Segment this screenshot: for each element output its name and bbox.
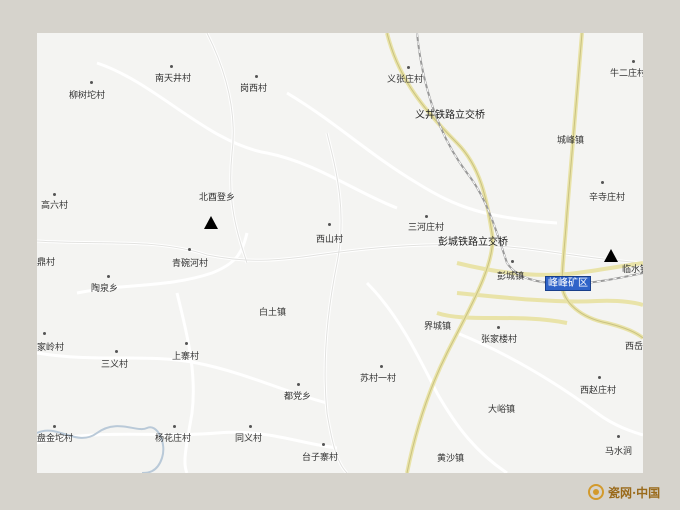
place-marker [255,75,258,78]
place-label[interactable]: 西山村 [316,235,343,246]
overpass-label[interactable]: 义井铁路立交桥 [415,110,485,121]
place-marker [107,275,110,278]
place-marker [322,443,325,446]
marker-triangle[interactable] [604,249,618,262]
place-label[interactable]: 苏村一村 [360,374,396,385]
place-marker [170,65,173,68]
place-marker [617,435,620,438]
place-label[interactable]: 柳树坨村 [69,91,105,102]
place-label[interactable]: 陶泉乡 [91,284,118,295]
place-label[interactable]: 大峪镇 [488,405,515,416]
place-marker [497,326,500,329]
place-label[interactable]: 牛二庄村 [610,69,643,80]
place-marker [188,248,191,251]
place-label[interactable]: 西赵庄村 [580,386,616,397]
place-label[interactable]: 都党乡 [284,392,311,403]
place-marker [53,425,56,428]
place-marker [425,215,428,218]
place-marker [173,425,176,428]
place-marker [185,342,188,345]
place-label[interactable]: 马水涧 [605,447,632,458]
place-label[interactable]: 辛寺庄村 [589,193,625,204]
place-marker [407,66,410,69]
place-label[interactable]: 岗西村 [240,84,267,95]
place-label[interactable]: 黄沙镇 [437,454,464,465]
place-label[interactable]: 青碗河村 [172,259,208,270]
place-label[interactable]: 杨花庄村 [155,434,191,445]
watermark-logo: 瓷网·中国 [588,479,672,505]
place-label[interactable]: 同义村 [235,434,262,445]
place-marker [598,376,601,379]
place-label[interactable]: 台子寨村 [302,453,338,464]
place-label[interactable]: 西岳 [625,342,643,353]
place-marker [632,60,635,63]
marker-triangle[interactable] [204,216,218,229]
place-label[interactable]: 鼎村 [37,258,55,269]
place-label[interactable]: 城峰镇 [557,136,584,147]
place-label[interactable]: 高六村 [41,201,68,212]
place-label[interactable]: 张家楼村 [481,335,517,346]
place-marker [380,365,383,368]
place-label[interactable]: 彭城镇 [497,272,524,283]
overpass-label[interactable]: 彭城铁路立交桥 [438,237,508,248]
place-marker [53,193,56,196]
place-label[interactable]: 三义村 [101,360,128,371]
place-label[interactable]: 南天井村 [155,74,191,85]
district-highlight-label[interactable]: 峰峰矿区 [545,276,591,291]
map-canvas[interactable]: 柳树坨村 南天井村 岗西村 义张庄村 义井铁路立交桥 牛二庄村 城峰镇 辛寺庄村… [37,33,643,473]
place-label[interactable]: 白土镇 [259,308,286,319]
place-marker [511,260,514,263]
place-marker [43,332,46,335]
place-marker [249,425,252,428]
place-marker [328,223,331,226]
watermark-text: 瓷网·中国 [608,485,661,500]
place-label[interactable]: 北酉登乡 [199,193,235,204]
place-label[interactable]: 界城镇 [424,322,451,333]
place-label[interactable]: 家岭村 [37,343,64,354]
place-label[interactable]: 盘金坨村 [37,434,73,445]
place-label[interactable]: 义张庄村 [387,75,423,86]
place-label[interactable]: 临水镇 [622,265,643,276]
place-marker [297,383,300,386]
place-label[interactable]: 上寨村 [172,352,199,363]
place-marker [90,81,93,84]
logo-icon [588,484,604,500]
place-label[interactable]: 三河庄村 [408,223,444,234]
place-marker [601,181,604,184]
map-roads [37,33,643,473]
place-marker [115,350,118,353]
